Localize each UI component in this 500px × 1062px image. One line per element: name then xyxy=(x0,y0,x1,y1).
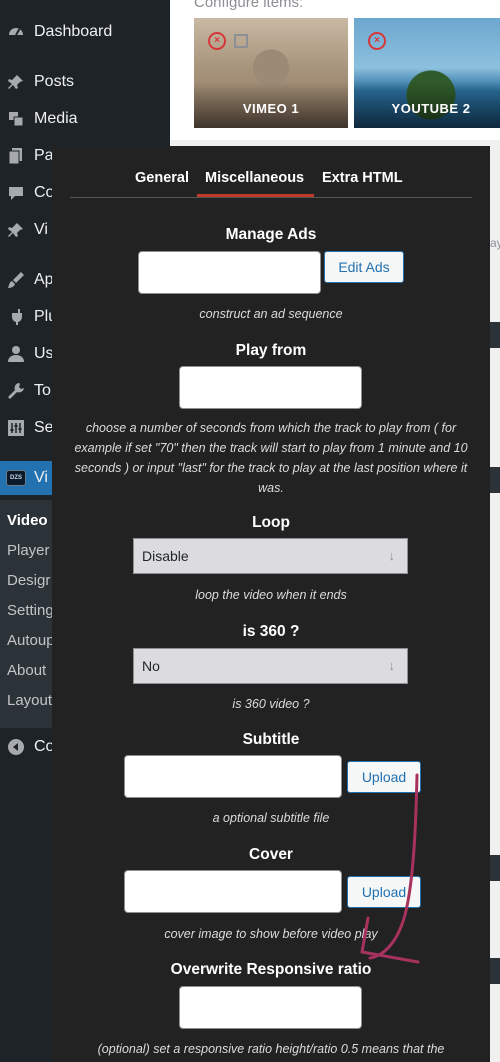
submenu-item-autoupdate[interactable]: Autoup xyxy=(7,632,55,649)
background-bar xyxy=(490,322,500,348)
delete-item-icon[interactable]: × xyxy=(208,32,226,50)
delete-item-icon[interactable]: × xyxy=(368,32,386,50)
item-thumbnail-youtube[interactable]: × YOUTUBE 2 xyxy=(354,18,500,128)
item-settings-modal: General Miscellaneous Extra HTML Manage … xyxy=(52,146,490,1062)
sidebar-item-posts[interactable]: Posts xyxy=(0,65,170,99)
dashboard-icon xyxy=(6,22,26,42)
tabs-divider xyxy=(70,197,472,198)
submenu-item-designer[interactable]: Desigr xyxy=(7,572,50,589)
sidebar-item-label: Se xyxy=(34,419,54,436)
pin-icon xyxy=(6,72,26,92)
sidebar-item-dashboard[interactable]: Dashboard xyxy=(0,15,170,49)
item-title: VIMEO 1 xyxy=(242,101,300,116)
subtitle-hint: a optional subtitle file xyxy=(212,811,330,825)
edit-ads-button[interactable]: Edit Ads xyxy=(324,251,404,283)
manage-ads-input[interactable] xyxy=(138,251,321,294)
sidebar-item-label: Ap xyxy=(34,271,54,288)
sidebar-item-label: Media xyxy=(34,110,78,127)
appearance-icon xyxy=(6,270,26,290)
sidebar-item-label: Dashboard xyxy=(34,23,113,40)
pin-icon xyxy=(6,220,26,240)
pages-icon xyxy=(6,146,26,166)
item-thumbnail-vimeo[interactable]: × VIMEO 1 xyxy=(194,18,348,128)
responsive-ratio-hint: (optional) set a responsive ratio height… xyxy=(97,1042,445,1056)
duplicate-item-icon[interactable] xyxy=(234,34,248,48)
is360-select[interactable]: No ↓ xyxy=(133,648,408,684)
videoplayer-logo-icon: DZS xyxy=(6,468,26,488)
submenu-item-settings[interactable]: Setting xyxy=(7,602,54,619)
configure-items-label: Configure items: xyxy=(194,0,304,11)
dropdown-arrow-icon: ↓ xyxy=(388,548,396,563)
tab-miscellaneous[interactable]: Miscellaneous xyxy=(205,170,304,186)
cover-input[interactable] xyxy=(124,870,342,913)
settings-icon xyxy=(6,418,26,438)
subtitle-input[interactable] xyxy=(124,755,342,798)
play-from-hint: choose a number of seconds from which th… xyxy=(74,421,468,495)
tab-extra-html[interactable]: Extra HTML xyxy=(322,170,403,186)
is360-title: is 360 ? xyxy=(242,623,300,640)
subtitle-title: Subtitle xyxy=(242,731,300,748)
submenu-item-player[interactable]: Player xyxy=(7,542,50,559)
collapse-arrow-icon xyxy=(6,737,26,757)
sidebar-item-label: Vi xyxy=(34,221,48,238)
sidebar-item-media[interactable]: Media xyxy=(0,102,170,136)
background-bar xyxy=(490,958,500,984)
is360-selected-value: No xyxy=(142,658,160,674)
manage-ads-title: Manage Ads xyxy=(225,226,317,243)
tab-general[interactable]: General xyxy=(135,170,189,186)
play-from-title: Play from xyxy=(235,342,307,359)
sidebar-item-label: Vi xyxy=(34,469,48,486)
loop-hint: loop the video when it ends xyxy=(195,588,347,602)
cover-upload-button[interactable]: Upload xyxy=(347,876,421,908)
submenu-item-video[interactable]: Video xyxy=(7,512,48,529)
media-icon xyxy=(6,109,26,129)
background-bar xyxy=(490,855,500,881)
subtitle-upload-button[interactable]: Upload xyxy=(347,761,421,793)
background-text: ay xyxy=(490,236,500,250)
submenu-item-layout[interactable]: Layout xyxy=(7,692,52,709)
submenu-item-about[interactable]: About xyxy=(7,662,46,679)
sidebar-item-label: Us xyxy=(34,345,54,362)
users-icon xyxy=(6,344,26,364)
sidebar-item-label: To xyxy=(34,382,51,399)
cover-hint: cover image to show before video play xyxy=(164,927,378,941)
plugins-icon xyxy=(6,307,26,327)
dropdown-arrow-icon: ↓ xyxy=(388,658,396,673)
cover-title: Cover xyxy=(249,846,293,863)
comments-icon xyxy=(6,183,26,203)
is360-hint: is 360 video ? xyxy=(232,697,310,711)
items-panel: Configure items: × VIMEO 1 × YOUTUBE 2 xyxy=(170,0,500,140)
item-title: YOUTUBE 2 xyxy=(391,101,471,116)
manage-ads-hint: construct an ad sequence xyxy=(199,307,343,321)
sidebar-item-label: Pa xyxy=(34,147,54,164)
loop-select[interactable]: Disable ↓ xyxy=(133,538,408,574)
settings-tabs: General Miscellaneous Extra HTML xyxy=(52,146,490,198)
loop-title: Loop xyxy=(252,514,290,531)
tools-icon xyxy=(6,381,26,401)
background-bar xyxy=(490,467,500,493)
sidebar-item-label: Posts xyxy=(34,73,75,90)
responsive-ratio-title: Overwrite Responsive ratio xyxy=(170,961,372,978)
play-from-input[interactable] xyxy=(179,366,362,409)
responsive-ratio-input[interactable] xyxy=(179,986,362,1029)
loop-selected-value: Disable xyxy=(142,548,189,564)
